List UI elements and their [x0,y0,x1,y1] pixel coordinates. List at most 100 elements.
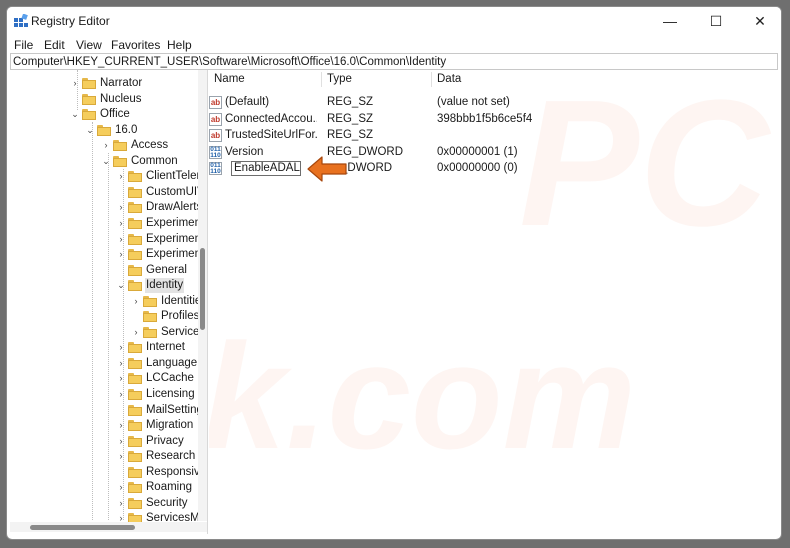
value-type: REG_SZ [327,129,374,142]
string-value-icon: ab [209,96,222,109]
tree-item-label: Roaming [146,481,193,494]
folder-icon [128,264,142,276]
value-data: 0x00000000 (0) [437,162,518,175]
tree-vertical-scroll-thumb[interactable] [200,248,205,330]
close-icon: ✕ [754,12,766,29]
value-row[interactable]: ab (Default) REG_SZ (value not set) [209,95,769,111]
registry-editor-window: Registry Editor — ☐ ✕ File Edit View Fav… [6,6,782,540]
folder-icon [128,217,142,229]
key-tree-pane[interactable]: › Narrator Nucleus ⌄ Office ⌄ 16.0 › Access ⌄ Comm… [10,70,208,534]
chevron-right-icon[interactable]: › [116,247,126,262]
menu-edit[interactable]: Edit [44,38,65,52]
tree-item-label: Identitie [161,294,202,307]
tree-item-label: Access [131,139,169,152]
folder-icon [143,326,157,338]
chevron-down-icon[interactable]: ⌄ [85,123,95,138]
chevron-down-icon[interactable]: ⌄ [116,278,126,293]
column-separator[interactable] [321,72,322,87]
chevron-right-icon[interactable]: › [116,169,126,184]
tree-item-label: Identity [145,278,185,294]
chevron-right-icon[interactable]: › [116,387,126,402]
chevron-right-icon[interactable]: › [116,418,126,433]
folder-icon [128,357,142,369]
dword-value-icon: 011 110 [209,145,222,159]
chevron-right-icon[interactable]: › [101,138,111,153]
value-row[interactable]: 011 110 EnableADAL _DWORD 0x00000000 (0) [209,161,769,177]
folder-icon [82,93,96,105]
values-pane[interactable]: PC risk.com Name Type Data ab(Default)RE… [209,70,779,534]
chevron-right-icon[interactable]: › [116,496,126,511]
tree-item-label: Security [146,496,188,509]
folder-icon [128,171,142,183]
chevron-right-icon[interactable]: › [70,76,80,91]
chevron-right-icon[interactable]: › [116,340,126,355]
folder-icon [143,311,157,323]
address-bar[interactable]: Computer\HKEY_CURRENT_USER\Software\Micr… [10,53,778,70]
value-row[interactable]: ab TrustedSiteUrlFor... REG_SZ [209,128,769,144]
folder-icon [128,389,142,400]
value-name: ConnectedAccou... [225,112,317,125]
folder-icon [82,109,96,121]
tree-horizontal-scroll-thumb[interactable] [30,525,135,530]
folder-icon [128,466,142,478]
no-expander [131,309,141,324]
folder-icon [113,140,127,152]
chevron-right-icon[interactable]: › [116,371,126,386]
value-data: 398bbb1f5b6ce5f4 [437,112,533,125]
folder-icon [128,404,142,416]
registry-editor-icon [14,14,28,27]
menu-view[interactable]: View [76,38,102,52]
chevron-right-icon[interactable]: › [116,434,126,449]
tree-item-label: 16.0 [115,123,138,136]
value-name: TrustedSiteUrlFor... [225,129,317,142]
folder-icon [128,186,142,198]
tree-item-label: Licensing [146,388,195,400]
column-header-data[interactable]: Data [437,73,461,85]
dword-value-icon: 011 110 [209,162,222,176]
chevron-right-icon[interactable]: › [116,480,126,495]
minimize-button[interactable]: — [647,7,693,35]
folder-icon [128,373,142,385]
folder-icon [128,233,142,245]
folder-icon [128,435,142,447]
menu-bar: File Edit View Favorites Help [7,35,781,55]
tree-item-label: LCCache [146,372,194,385]
menu-favorites[interactable]: Favorites [111,38,160,52]
value-row[interactable]: 011 110 Version REG_DWORD 0x00000001 (1) [209,145,769,161]
chevron-right-icon[interactable]: › [131,325,141,340]
value-name: (Default) [225,96,270,108]
chevron-right-icon[interactable]: › [131,294,141,309]
column-separator[interactable] [431,72,432,87]
column-header-name[interactable]: Name [214,73,245,85]
no-expander [116,465,126,480]
chevron-right-icon[interactable]: › [116,216,126,231]
value-name: Version [225,145,264,158]
chevron-right-icon[interactable]: › [116,200,126,215]
folder-icon [128,342,142,354]
folder-icon [82,78,96,89]
tree-item-label: Common [131,154,178,167]
tree-item-label: Experiment [146,248,205,261]
value-type: _DWORD [341,162,393,175]
chevron-down-icon[interactable]: ⌄ [101,154,111,169]
maximize-button[interactable]: ☐ [693,7,739,35]
folder-icon [143,295,157,307]
watermark-risk: risk.com [209,312,636,480]
folder-icon [128,249,142,261]
chevron-right-icon[interactable]: › [116,356,126,371]
chevron-right-icon[interactable]: › [116,232,126,247]
close-button[interactable]: ✕ [737,7,781,35]
value-row[interactable]: ab ConnectedAccou... REG_SZ 398bbb1f5b6ce5f… [209,112,769,128]
column-header-type[interactable]: Type [327,73,352,85]
chevron-down-icon[interactable]: ⌄ [70,107,80,122]
title-bar[interactable]: Registry Editor — ☐ ✕ [7,7,781,35]
menu-file[interactable]: File [14,38,33,52]
tree-item-label: Nucleus [100,92,142,105]
value-data: (value not set) [437,96,510,108]
folder-icon [128,497,142,509]
menu-help[interactable]: Help [167,38,192,52]
tree-item-label: Narrator [100,77,143,89]
rename-value-input[interactable]: EnableADAL [231,161,301,177]
tree-item-label: Privacy [146,434,184,447]
chevron-right-icon[interactable]: › [116,449,126,464]
